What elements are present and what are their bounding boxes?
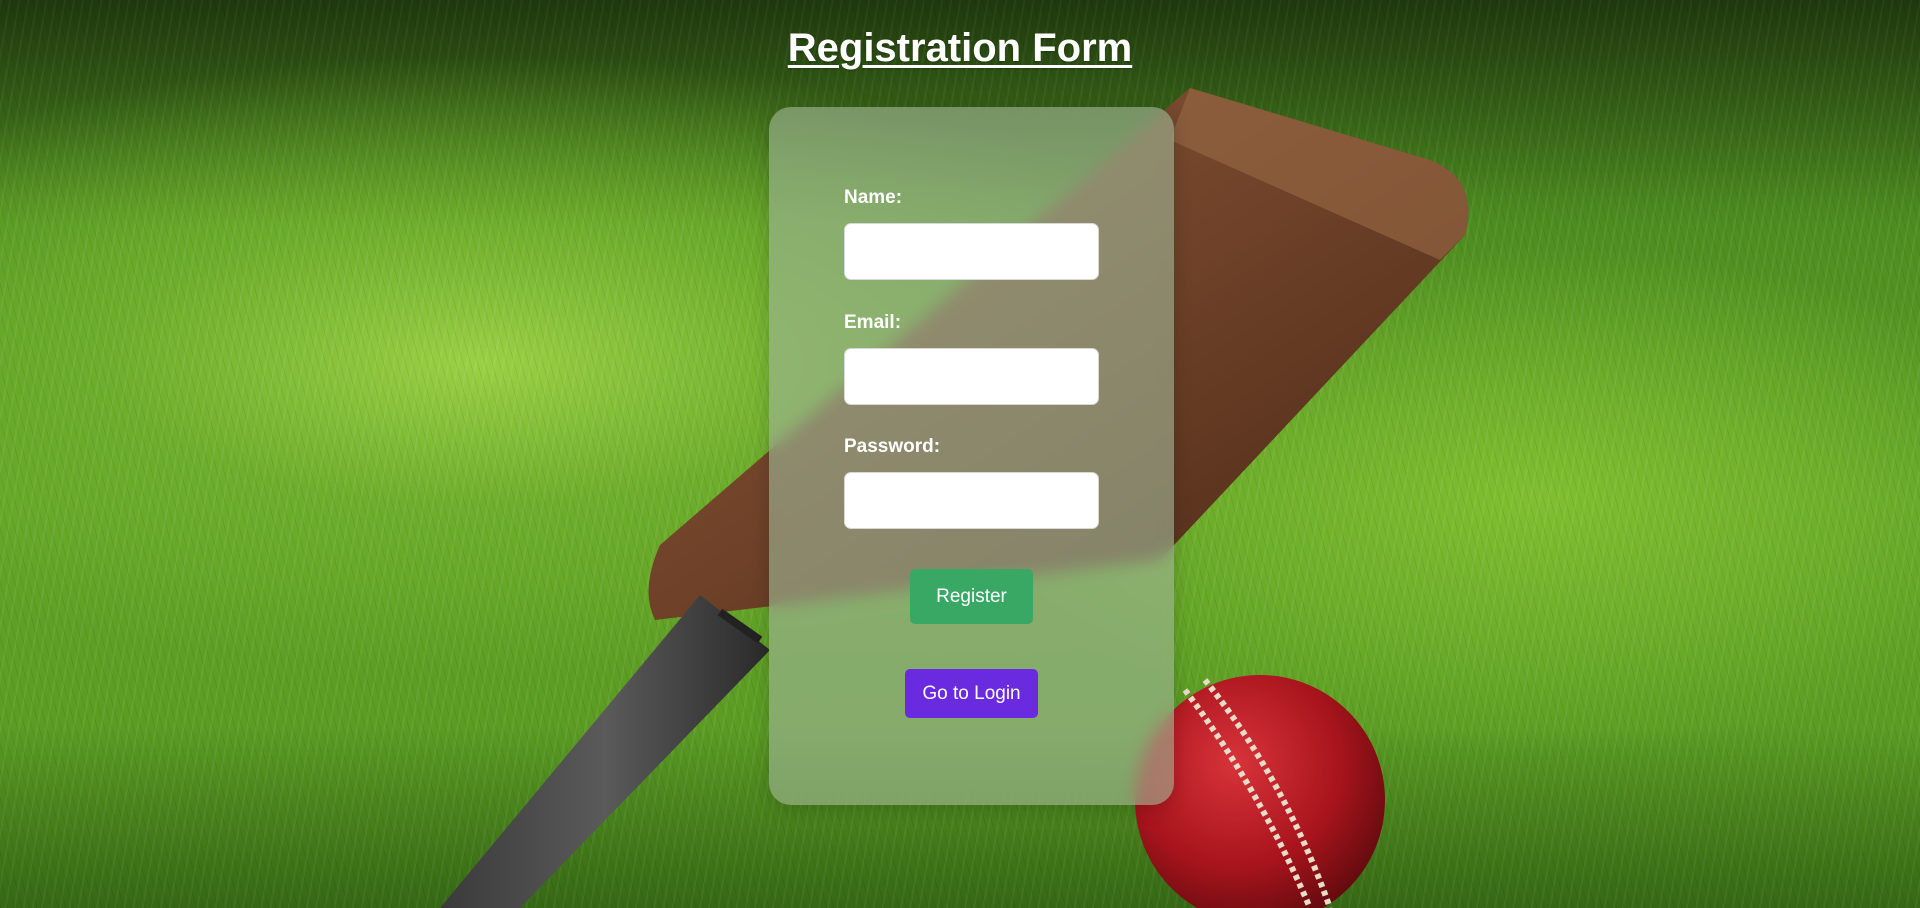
name-label: Name: (844, 187, 903, 208)
register-button[interactable]: Register (910, 569, 1033, 624)
email-input[interactable] (844, 348, 1099, 405)
page-title: Registration Form (787, 26, 1133, 70)
password-field-group: Password: (844, 436, 1099, 529)
go-to-login-button[interactable]: Go to Login (905, 669, 1038, 718)
email-field-group: Email: (844, 312, 1099, 405)
password-label: Password: (844, 436, 941, 457)
password-input[interactable] (844, 472, 1099, 529)
name-input[interactable] (844, 223, 1099, 280)
registration-form-card: Name: Email: Password: Register Go to Lo… (769, 107, 1174, 805)
name-field-group: Name: (844, 187, 1099, 280)
email-label: Email: (844, 312, 902, 333)
